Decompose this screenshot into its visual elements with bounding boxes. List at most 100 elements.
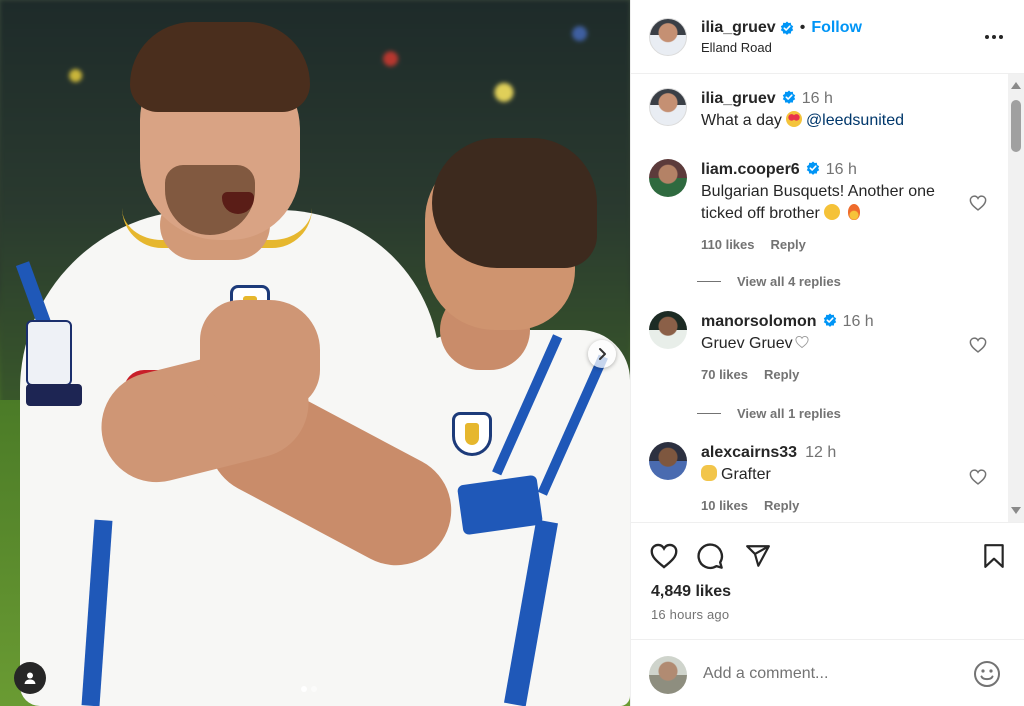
comment-like-button[interactable] bbox=[967, 466, 989, 488]
heart-outline-icon bbox=[969, 195, 987, 211]
comment-likes[interactable]: 10 likes bbox=[701, 498, 748, 513]
verified-badge-icon bbox=[780, 21, 793, 35]
clapping-hands-emoji-icon bbox=[701, 465, 717, 481]
add-comment-bar bbox=[631, 639, 1024, 706]
post-timestamp[interactable]: 16 hours ago bbox=[651, 607, 729, 622]
comment-button[interactable] bbox=[695, 541, 725, 571]
comment-meta: 10 likes Reply bbox=[701, 498, 971, 513]
player-right-hair bbox=[432, 138, 597, 268]
relieved-emoji-icon bbox=[823, 204, 840, 220]
white-heart-emoji-icon bbox=[795, 335, 809, 349]
reply-button[interactable]: Reply bbox=[771, 237, 806, 252]
comments-list: ilia_gruev 16 h What a day @leedsunited li… bbox=[631, 74, 1024, 522]
carousel-next-button[interactable] bbox=[588, 340, 616, 368]
comment-author-avatar[interactable] bbox=[649, 311, 687, 349]
caption-text-line: What a day @leedsunited bbox=[701, 110, 971, 132]
author-username[interactable]: ilia_gruev bbox=[701, 19, 776, 37]
save-button[interactable] bbox=[979, 541, 1009, 571]
view-replies-label: View all 4 replies bbox=[737, 274, 841, 289]
view-replies-button[interactable]: View all 1 replies bbox=[697, 406, 841, 421]
caption-author-avatar[interactable] bbox=[649, 88, 687, 126]
comment-header: manorsolomon 16 h bbox=[701, 311, 971, 333]
more-options-icon bbox=[985, 34, 1003, 39]
share-icon bbox=[746, 545, 770, 567]
comment-meta: 110 likes Reply bbox=[701, 237, 971, 252]
comment-text-line2: ticked off brother bbox=[701, 203, 971, 225]
tagged-users-button[interactable] bbox=[14, 662, 46, 694]
current-user-avatar bbox=[649, 656, 687, 694]
follow-button[interactable]: Follow bbox=[811, 19, 862, 37]
efl-sleeve-patch bbox=[26, 320, 72, 386]
share-button[interactable] bbox=[743, 541, 773, 571]
comment-time: 16 h bbox=[842, 313, 874, 330]
heart-eyes-emoji-icon bbox=[785, 111, 802, 127]
post-header: ilia_gruev • Follow Elland Road bbox=[631, 0, 1024, 74]
scroll-down-arrow-icon[interactable] bbox=[1011, 507, 1021, 514]
together-sleeve-patch bbox=[26, 384, 82, 406]
post-details-pane: ilia_gruev • Follow Elland Road ilia_gru… bbox=[630, 0, 1024, 706]
comment-text-line: Grafter bbox=[701, 464, 971, 486]
comment-author-avatar[interactable] bbox=[649, 442, 687, 480]
carousel-dot bbox=[311, 686, 317, 692]
author-row: ilia_gruev • Follow bbox=[701, 19, 982, 37]
carousel-indicator bbox=[301, 686, 317, 692]
comment-like-button[interactable] bbox=[967, 192, 989, 214]
comment-header: liam.cooper6 16 h bbox=[701, 159, 971, 181]
heart-outline-icon bbox=[969, 469, 987, 485]
view-replies-button[interactable]: View all 4 replies bbox=[697, 274, 841, 289]
post-like-count[interactable]: 4,849 likes bbox=[651, 583, 731, 601]
reply-button[interactable]: Reply bbox=[764, 367, 799, 382]
header-separator: • bbox=[799, 18, 806, 36]
replies-divider bbox=[697, 413, 721, 414]
caption-time: 16 h bbox=[801, 90, 833, 107]
comment-icon bbox=[697, 543, 724, 570]
verified-badge-icon bbox=[806, 161, 819, 175]
comment-item: manorsolomon 16 h Gruev Gruev 70 likes Re… bbox=[649, 311, 971, 382]
comment-text-cont: ticked off brother bbox=[701, 205, 820, 222]
post-photo bbox=[0, 0, 630, 706]
caption-author[interactable]: ilia_gruev bbox=[701, 90, 776, 107]
comment-text-line: Gruev Gruev bbox=[701, 333, 971, 355]
clasped-hands bbox=[200, 300, 320, 410]
emoji-picker-button[interactable] bbox=[973, 660, 1001, 688]
comment-item: alexcairns33 12 h Grafter 10 likes Reply bbox=[649, 442, 971, 513]
comment-text: Bulgarian Busquets! Another one bbox=[701, 183, 935, 200]
caption-mention[interactable]: @leedsunited bbox=[806, 112, 904, 129]
heart-icon bbox=[650, 543, 678, 569]
view-replies-label: View all 1 replies bbox=[737, 406, 841, 421]
comment-time: 16 h bbox=[825, 161, 857, 178]
action-icons bbox=[649, 541, 1009, 571]
comments-scrollbar[interactable] bbox=[1008, 74, 1024, 522]
like-button[interactable] bbox=[649, 541, 679, 571]
comment-like-button[interactable] bbox=[967, 334, 989, 356]
comment-text: Gruev Gruev bbox=[701, 335, 793, 352]
more-options-button[interactable] bbox=[982, 25, 1006, 49]
club-crest-right bbox=[452, 412, 492, 456]
comment-time: 12 h bbox=[805, 444, 837, 461]
replies-divider bbox=[697, 281, 721, 282]
player-left-hair bbox=[130, 22, 310, 112]
bookmark-icon bbox=[984, 544, 1004, 568]
verified-badge-icon bbox=[782, 90, 795, 104]
post-actions: 4,849 likes 16 hours ago bbox=[631, 522, 1024, 694]
comment-header: alexcairns33 12 h bbox=[701, 442, 971, 464]
chevron-right-icon bbox=[599, 348, 606, 360]
caption-text: What a day bbox=[701, 112, 782, 129]
carousel-dot-active bbox=[301, 686, 307, 692]
verified-badge-icon bbox=[823, 313, 836, 327]
reply-button[interactable]: Reply bbox=[764, 498, 799, 513]
comment-meta: 70 likes Reply bbox=[701, 367, 971, 382]
comment-author-avatar[interactable] bbox=[649, 159, 687, 197]
comment-likes[interactable]: 110 likes bbox=[701, 237, 755, 252]
comment-author[interactable]: liam.cooper6 bbox=[701, 161, 800, 178]
heart-outline-icon bbox=[969, 337, 987, 353]
post-caption: ilia_gruev 16 h What a day @leedsunited bbox=[649, 88, 971, 132]
add-comment-input[interactable] bbox=[703, 662, 953, 686]
comment-likes[interactable]: 70 likes bbox=[701, 367, 748, 382]
post-location[interactable]: Elland Road bbox=[701, 40, 982, 55]
comment-author[interactable]: manorsolomon bbox=[701, 313, 817, 330]
author-avatar[interactable] bbox=[649, 17, 687, 56]
scroll-up-arrow-icon[interactable] bbox=[1011, 82, 1021, 89]
scrollbar-thumb[interactable] bbox=[1011, 100, 1021, 152]
comment-author[interactable]: alexcairns33 bbox=[701, 444, 797, 461]
